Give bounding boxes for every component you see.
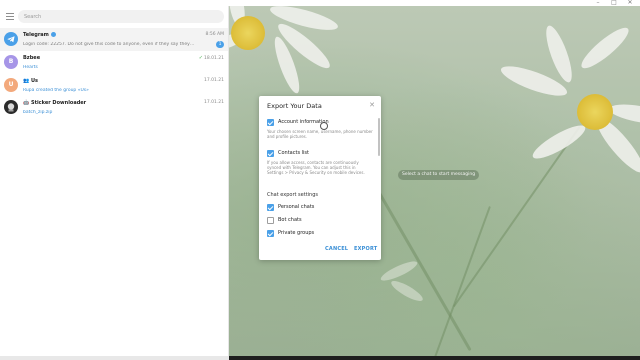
chat-name: 🤖 Sticker Downloader xyxy=(23,100,87,106)
chat-time: 17.01.21 xyxy=(203,78,224,83)
export-button[interactable]: EXPORT xyxy=(354,246,377,252)
mouse-cursor-icon xyxy=(320,122,328,130)
checkbox-checked[interactable] xyxy=(267,230,274,237)
chat-preview: Hearts xyxy=(23,65,38,70)
group-icon: 👥 xyxy=(23,78,31,84)
unread-count-badge: 1 xyxy=(216,41,224,48)
option-description: Your chosen screen name, username, phone… xyxy=(267,129,373,139)
chat-time: 17.01.21 xyxy=(203,100,224,105)
avatar: B xyxy=(4,55,18,69)
sidebar-bottom-strip xyxy=(0,356,229,360)
option-label: Bot chats xyxy=(278,217,302,223)
maximize-button[interactable]: □ xyxy=(608,0,620,6)
read-check-icon: ✓ xyxy=(198,55,203,61)
export-data-dialog: Export Your Data ✕ Account information Y… xyxy=(259,96,381,260)
chat-list-sidebar: Telegram 8:56 AM Login code: 22257. Do n… xyxy=(0,6,229,360)
option-label: Contacts list xyxy=(278,150,309,156)
close-icon[interactable]: ✕ xyxy=(369,101,375,109)
chat-name: Telegram xyxy=(23,32,56,38)
checkbox-checked[interactable] xyxy=(267,150,274,157)
chat-time: ✓18.01.21 xyxy=(198,55,224,61)
avatar: U xyxy=(4,78,18,92)
option-label: Personal chats xyxy=(278,204,315,210)
checkbox-checked[interactable] xyxy=(267,119,274,126)
close-window-button[interactable]: ✕ xyxy=(624,0,636,6)
chat-time: 8:56 AM xyxy=(205,32,225,37)
cancel-button[interactable]: CANCEL xyxy=(325,246,348,252)
chat-item-telegram[interactable]: Telegram 8:56 AM Login code: 22257. Do n… xyxy=(0,28,228,51)
scrollbar[interactable] xyxy=(378,118,380,156)
dialog-body: Account information Your chosen screen n… xyxy=(259,116,377,238)
option-label: Private groups xyxy=(278,230,315,236)
checkbox-checked[interactable] xyxy=(267,204,274,211)
window-titlebar: – □ ✕ xyxy=(0,0,640,6)
section-header: Chat export settings xyxy=(267,192,318,198)
bot-icon: 🤖 xyxy=(23,100,31,106)
search-input[interactable] xyxy=(18,10,224,23)
verified-badge-icon xyxy=(50,32,56,37)
option-description: If you allow access, contacts are contin… xyxy=(267,160,365,175)
chat-preview: Rupa created the group «Us» xyxy=(23,88,89,93)
hamburger-menu-icon[interactable] xyxy=(4,11,16,21)
chat-preview: batch_zip.zip xyxy=(23,110,53,115)
chat-name: Bzbee xyxy=(23,55,41,61)
telegram-plane-icon xyxy=(4,32,18,46)
dialog-title: Export Your Data xyxy=(267,102,322,110)
chat-item-us[interactable]: U 👥 Us 17.01.21 Rupa created the group «… xyxy=(0,74,228,97)
checkbox-unchecked[interactable] xyxy=(267,217,274,224)
chat-name: 👥 Us xyxy=(23,78,39,84)
chat-item-sticker-downloader[interactable]: 🤖 Sticker Downloader 17.01.21 batch_zip.… xyxy=(0,96,228,119)
taskbar xyxy=(229,356,640,360)
chat-item-bzbee[interactable]: B Bzbee ✓18.01.21 Hearts xyxy=(0,51,228,74)
minimize-button[interactable]: – xyxy=(592,0,604,6)
bot-avatar-icon xyxy=(4,100,18,114)
chat-preview: Login code: 22257. Do not give this code… xyxy=(23,42,195,47)
